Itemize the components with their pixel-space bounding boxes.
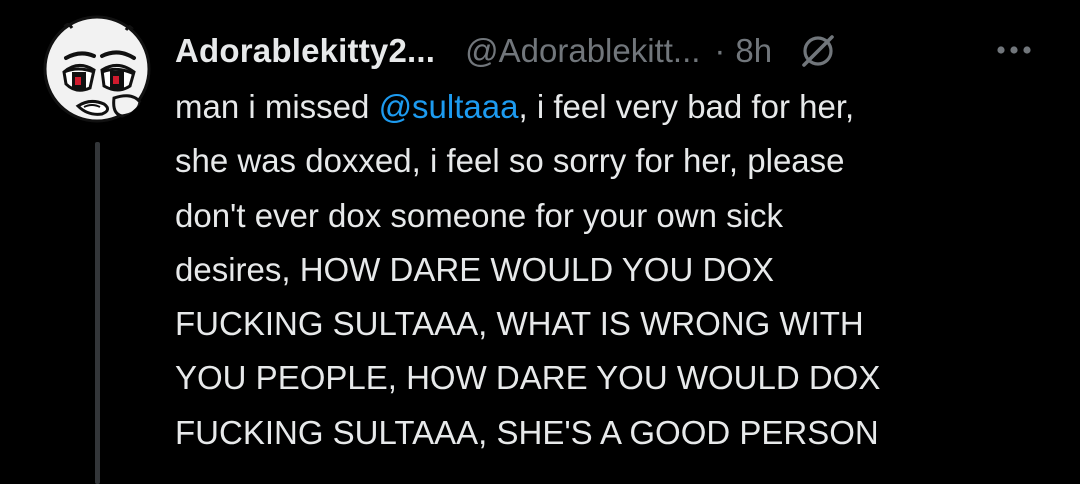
avatar[interactable] <box>42 14 152 124</box>
cartoon-face-avatar-icon <box>43 15 151 123</box>
body-line-3: don't ever dox someone for your own sick <box>175 196 783 234</box>
avatar-column <box>42 14 152 484</box>
grok-icon[interactable] <box>798 31 838 71</box>
body-line-6: YOU PEOPLE, HOW DARE YOU WOULD DOX <box>175 359 881 397</box>
author-handle[interactable]: @Adorablekitt... <box>465 32 700 70</box>
body-line-7: FUCKING SULTAAA, SHE'S A GOOD PERSON <box>175 413 879 451</box>
timestamp[interactable]: 8h <box>735 32 772 70</box>
body-line-1: man i missed @sultaaa, i feel very bad f… <box>175 80 1035 134</box>
body-line-4: desires, HOW DARE WOULD YOU DOX <box>175 250 774 288</box>
more-options-icon[interactable] <box>993 35 1035 65</box>
thread-line <box>95 142 100 484</box>
author-display-name[interactable]: Adorablekitty2... <box>175 32 435 70</box>
body-line-1-suffix: , i feel very bad for her, <box>518 88 855 125</box>
body-line-5: FUCKING SULTAAA, WHAT IS WRONG WITH <box>175 305 864 343</box>
separator-dot: · <box>714 32 726 69</box>
tweet-body: man i missed @sultaaa, i feel very bad f… <box>175 80 1035 460</box>
tweet-header: Adorablekitty2... @Adorablekitt... · 8h <box>175 26 1045 76</box>
body-line-1-prefix: man i missed <box>175 88 379 125</box>
mention-link[interactable]: @sultaaa <box>379 88 519 125</box>
tweet[interactable]: Adorablekitty2... @Adorablekitt... · 8h … <box>0 0 1080 484</box>
body-line-2: she was doxxed, i feel so sorry for her,… <box>175 142 845 180</box>
